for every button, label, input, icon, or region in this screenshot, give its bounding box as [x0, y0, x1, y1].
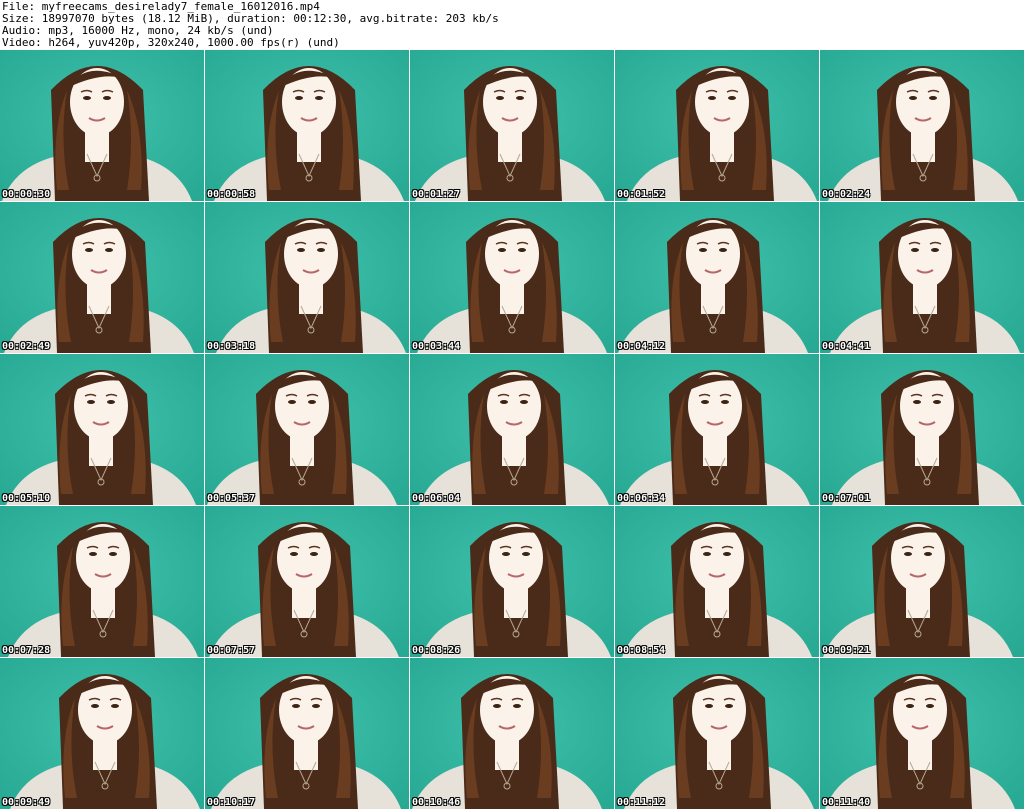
video-frame-image	[820, 50, 1024, 201]
video-frame-image	[410, 354, 614, 505]
thumbnail-frame: 00:07:01	[820, 354, 1024, 505]
info-header: File: myfreecams_desirelady7_female_1601…	[0, 0, 1024, 50]
video-frame-image	[410, 658, 614, 809]
thumbnail-frame: 00:01:27	[410, 50, 614, 201]
thumbnail-frame: 00:02:49	[0, 202, 204, 353]
timestamp-label: 00:01:52	[617, 189, 666, 200]
thumbnail-frame: 00:00:30	[0, 50, 204, 201]
thumbnail-frame: 00:10:46	[410, 658, 614, 809]
video-frame-image	[820, 506, 1024, 657]
thumbnail-frame: 00:08:26	[410, 506, 614, 657]
video-frame-image	[0, 506, 204, 657]
timestamp-label: 00:02:24	[822, 189, 871, 200]
timestamp-label: 00:08:54	[617, 645, 666, 656]
thumbnail-frame: 00:10:17	[205, 658, 409, 809]
timestamp-label: 00:09:21	[822, 645, 871, 656]
thumbnail-frame: 00:01:52	[615, 50, 819, 201]
thumbnail-frame: 00:04:12	[615, 202, 819, 353]
video-frame-image	[410, 202, 614, 353]
timestamp-label: 00:05:10	[2, 493, 51, 504]
video-info-line: Video: h264, yuv420p, 320x240, 1000.00 f…	[2, 36, 340, 49]
timestamp-label: 00:07:28	[2, 645, 51, 656]
thumbnail-frame: 00:11:12	[615, 658, 819, 809]
video-frame-image	[615, 202, 819, 353]
video-frame-image	[615, 354, 819, 505]
timestamp-label: 00:00:58	[207, 189, 256, 200]
video-frame-image	[0, 202, 204, 353]
timestamp-label: 00:10:46	[412, 797, 461, 808]
video-frame-image	[615, 658, 819, 809]
video-frame-image	[820, 202, 1024, 353]
thumbnail-frame: 00:03:18	[205, 202, 409, 353]
timestamp-label: 00:02:49	[2, 341, 51, 352]
timestamp-label: 00:04:41	[822, 341, 871, 352]
timestamp-label: 00:03:18	[207, 341, 256, 352]
thumbnail-frame: 00:09:21	[820, 506, 1024, 657]
timestamp-label: 00:11:12	[617, 797, 666, 808]
thumbnail-frame: 00:07:28	[0, 506, 204, 657]
timestamp-label: 00:07:01	[822, 493, 871, 504]
video-frame-image	[205, 506, 409, 657]
thumbnail-frame: 00:05:37	[205, 354, 409, 505]
video-frame-image	[615, 50, 819, 201]
timestamp-label: 00:09:49	[2, 797, 51, 808]
video-frame-image	[410, 506, 614, 657]
timestamp-label: 00:03:44	[412, 341, 461, 352]
video-frame-image	[0, 50, 204, 201]
timestamp-label: 00:05:37	[207, 493, 256, 504]
video-frame-image	[205, 50, 409, 201]
thumbnail-frame: 00:11:40	[820, 658, 1024, 809]
thumbnail-frame: 00:03:44	[410, 202, 614, 353]
timestamp-label: 00:07:57	[207, 645, 256, 656]
thumbnail-frame: 00:04:41	[820, 202, 1024, 353]
thumbnail-frame: 00:00:58	[205, 50, 409, 201]
thumbnail-frame: 00:07:57	[205, 506, 409, 657]
timestamp-label: 00:08:26	[412, 645, 461, 656]
thumbnail-frame: 00:02:24	[820, 50, 1024, 201]
timestamp-label: 00:06:34	[617, 493, 666, 504]
thumbnail-frame: 00:05:10	[0, 354, 204, 505]
timestamp-label: 00:06:04	[412, 493, 461, 504]
thumbnail-frame: 00:08:54	[615, 506, 819, 657]
video-frame-image	[205, 658, 409, 809]
video-frame-image	[410, 50, 614, 201]
video-frame-image	[205, 202, 409, 353]
video-frame-image	[205, 354, 409, 505]
timestamp-label: 00:04:12	[617, 341, 666, 352]
video-frame-image	[0, 658, 204, 809]
thumbnail-frame: 00:06:34	[615, 354, 819, 505]
thumbnail-grid: 00:00:30 00:00:58 00:01:27 00:01:52 00:02:24…	[0, 50, 1024, 811]
timestamp-label: 00:01:27	[412, 189, 461, 200]
video-frame-image	[820, 354, 1024, 505]
timestamp-label: 00:11:40	[822, 797, 871, 808]
thumbnail-frame: 00:06:04	[410, 354, 614, 505]
timestamp-label: 00:00:30	[2, 189, 51, 200]
video-frame-image	[820, 658, 1024, 809]
thumbnail-frame: 00:09:49	[0, 658, 204, 809]
video-frame-image	[0, 354, 204, 505]
timestamp-label: 00:10:17	[207, 797, 256, 808]
video-frame-image	[615, 506, 819, 657]
